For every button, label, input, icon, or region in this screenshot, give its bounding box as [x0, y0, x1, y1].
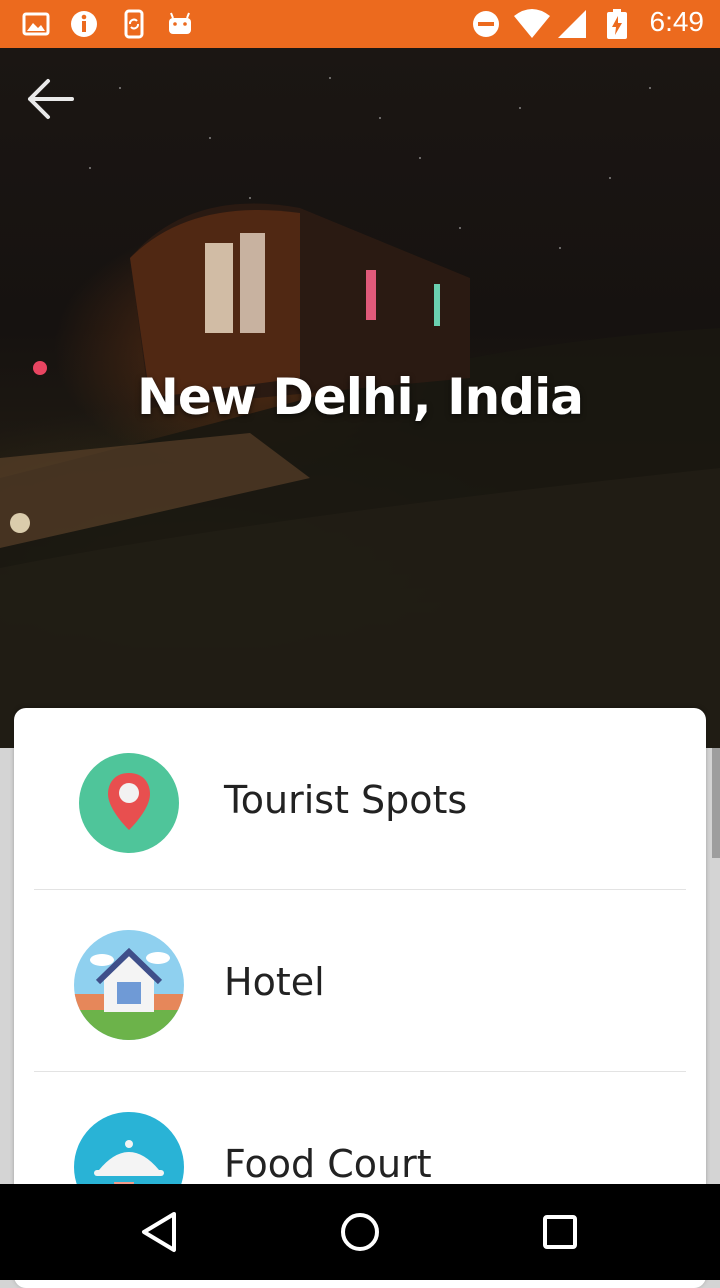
menu-item-label: Hotel [224, 960, 325, 1004]
recents-square-icon[interactable] [530, 1204, 590, 1260]
house-icon [74, 930, 184, 1040]
map-pin-icon [79, 753, 179, 853]
page-title: New Delhi, India [137, 368, 584, 426]
status-time: 6:49 [649, 6, 705, 37]
system-nav-bar [0, 1184, 720, 1280]
android-icon [169, 12, 191, 34]
back-arrow-button[interactable] [20, 74, 80, 124]
sync-phone-icon [124, 9, 144, 39]
menu-item-label: Food Court [224, 1142, 432, 1186]
battery-charging-icon [607, 9, 627, 39]
info-icon [71, 11, 97, 37]
menu-item-label: Tourist Spots [224, 778, 468, 822]
status-bar: 6:49 [0, 0, 720, 48]
signal-icon [558, 10, 586, 38]
wifi-icon [514, 9, 550, 38]
back-triangle-icon[interactable] [130, 1204, 190, 1260]
hero-background: New Delhi, India [0, 48, 720, 748]
menu-item-hotel[interactable]: Hotel [14, 890, 706, 1072]
menu-item-tourist-spots[interactable]: Tourist Spots [14, 708, 706, 890]
home-circle-icon[interactable] [330, 1204, 390, 1260]
scrollbar[interactable] [712, 748, 720, 858]
image-icon [22, 12, 50, 36]
do-not-disturb-icon [473, 11, 499, 37]
